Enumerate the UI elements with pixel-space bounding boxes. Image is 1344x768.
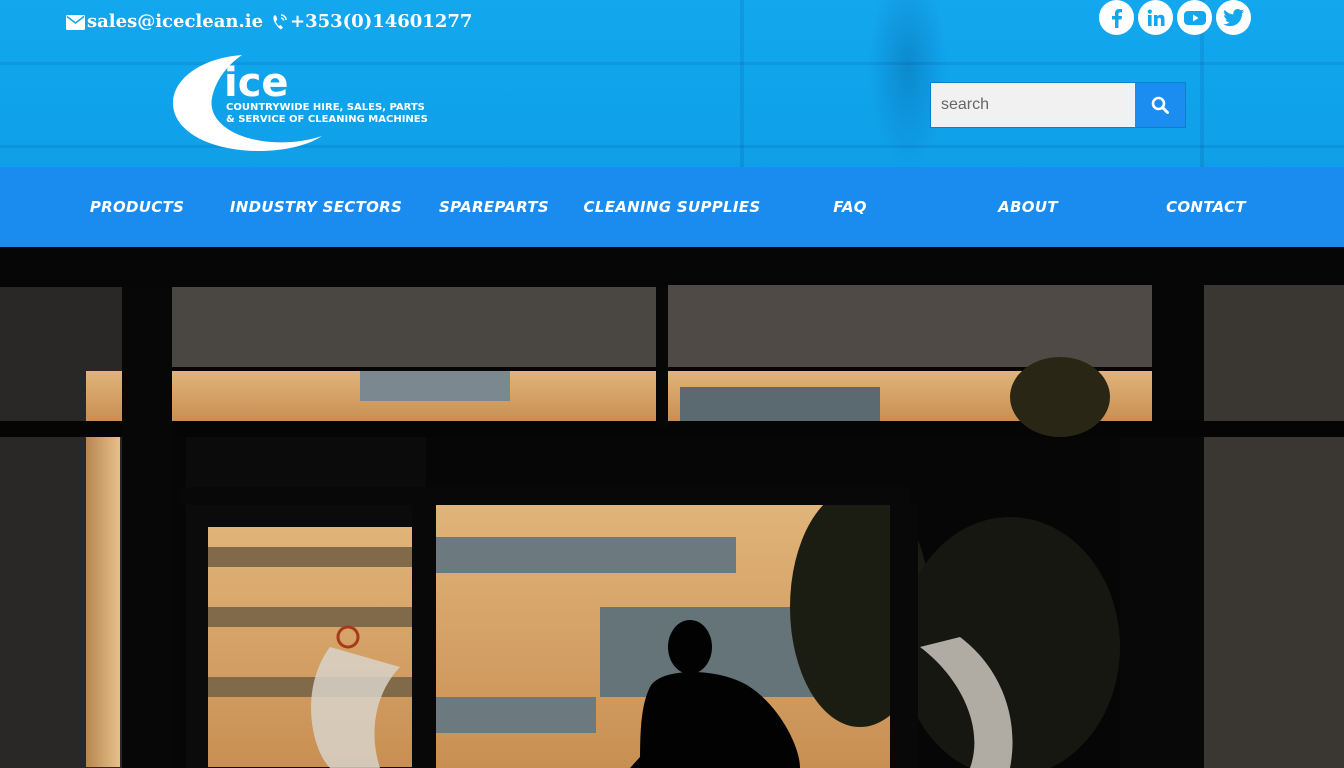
hero-image bbox=[0, 247, 1344, 768]
site-logo[interactable]: ice COUNTRYWIDE HIRE, SALES, PARTS & SER… bbox=[172, 52, 432, 154]
facebook-link[interactable] bbox=[1099, 0, 1134, 35]
linkedin-icon bbox=[1147, 9, 1164, 26]
nav-item-products[interactable]: PRODUCTS bbox=[67, 167, 207, 247]
nav-item-contact[interactable]: CONTACT bbox=[1146, 167, 1266, 247]
twitter-icon bbox=[1222, 8, 1244, 26]
logo-wordmark: ice bbox=[224, 60, 289, 106]
main-nav: PRODUCTS INDUSTRY SECTORS SPAREPARTS CLE… bbox=[0, 167, 1344, 247]
youtube-icon bbox=[1183, 10, 1206, 25]
social-links bbox=[1099, 0, 1251, 35]
email-link[interactable]: sales@iceclean.ie bbox=[66, 11, 263, 33]
email-text: sales@iceclean.ie bbox=[87, 11, 264, 32]
phone-icon bbox=[273, 14, 287, 30]
site-header: sales@iceclean.ie +353(0)14601277 ice CO… bbox=[0, 0, 1344, 167]
nav-item-spareparts[interactable]: SPAREPARTS bbox=[424, 167, 564, 247]
nav-item-cleaning-supplies[interactable]: CLEANING SUPPLIES bbox=[582, 167, 762, 247]
twitter-link[interactable] bbox=[1216, 0, 1251, 35]
search-input[interactable] bbox=[931, 83, 1135, 127]
nav-item-faq[interactable]: FAQ bbox=[790, 167, 910, 247]
hero-photo bbox=[0, 247, 1344, 768]
search-button[interactable] bbox=[1135, 83, 1185, 127]
header-bg-line bbox=[740, 0, 744, 167]
phone-text: +353(0)14601277 bbox=[290, 11, 473, 32]
envelope-icon bbox=[66, 14, 85, 30]
youtube-link[interactable] bbox=[1177, 0, 1212, 35]
phone-link[interactable]: +353(0)14601277 bbox=[272, 11, 472, 33]
linkedin-link[interactable] bbox=[1138, 0, 1173, 35]
facebook-icon bbox=[1111, 8, 1122, 28]
nav-item-about[interactable]: ABOUT bbox=[968, 167, 1088, 247]
logo-tagline-line2: & SERVICE OF CLEANING MACHINES bbox=[226, 114, 428, 125]
ice-logo-icon: ice COUNTRYWIDE HIRE, SALES, PARTS & SER… bbox=[172, 55, 428, 152]
logo-tagline-line1: COUNTRYWIDE HIRE, SALES, PARTS bbox=[226, 102, 425, 113]
nav-item-industry-sectors[interactable]: INDUSTRY SECTORS bbox=[226, 167, 406, 247]
search-form bbox=[930, 82, 1186, 128]
search-icon bbox=[1151, 96, 1169, 114]
